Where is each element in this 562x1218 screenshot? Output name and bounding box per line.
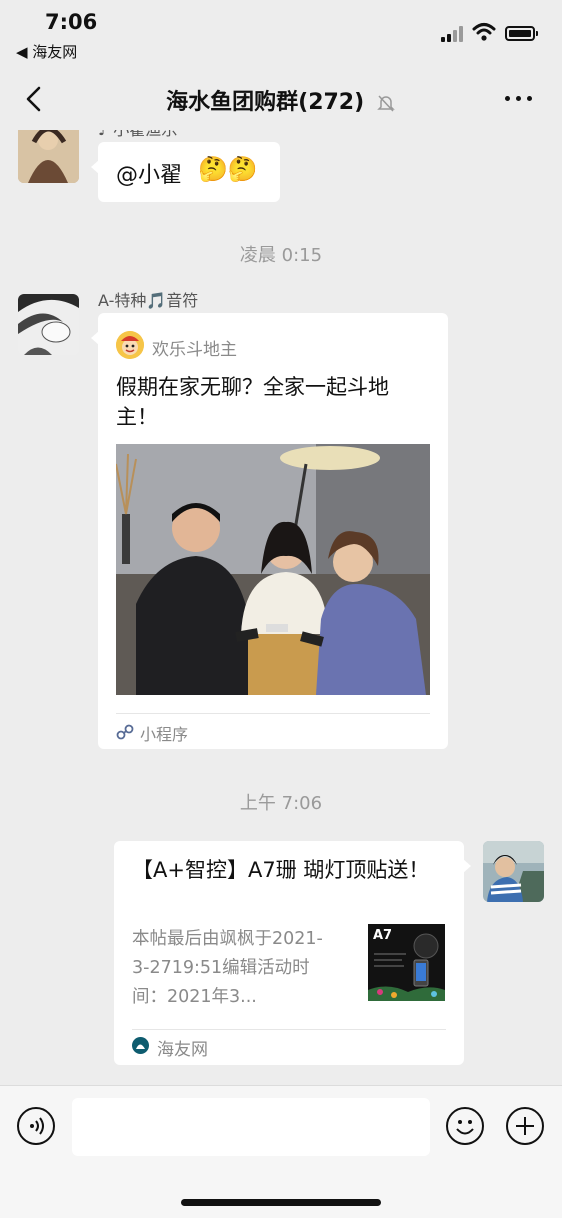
- status-bar: 7:06 ◀ 海友网: [0, 0, 562, 70]
- message-list[interactable]: ♪ 小翟渔乐 @小翟 🤔🤔 凌晨 0:15 A-特种🎵音符: [0, 130, 562, 1085]
- group-name: 海水鱼团购群(272): [166, 90, 365, 115]
- sender-name: ♪ 小翟渔乐: [98, 130, 177, 140]
- back-to-app-link[interactable]: ◀ 海友网: [16, 41, 77, 62]
- link-title: 【A+智控】A7珊 瑚灯顶贴送！: [132, 858, 430, 882]
- voice-input-button[interactable]: [17, 1107, 55, 1145]
- mini-program-icon: [116, 724, 134, 740]
- avatar[interactable]: [18, 294, 79, 355]
- thinking-emoji: 🤔🤔: [198, 155, 258, 183]
- message-text: @小翟: [116, 163, 183, 188]
- more-options-icon[interactable]: [505, 96, 535, 104]
- divider: [132, 1029, 446, 1030]
- home-indicator: [181, 1199, 381, 1206]
- link-description: 本帖最后由飒枫于2021-3-2719:51编辑活动时间：2021年3...: [132, 929, 323, 1007]
- mini-program-card[interactable]: 欢乐斗地主 假期在家无聊？全家一起斗地主！ 小程序: [91, 313, 448, 749]
- timestamp: 上午 7:06: [239, 793, 323, 814]
- smiley-icon: [456, 1120, 474, 1135]
- timestamp: 凌晨 0:15: [239, 245, 323, 266]
- link-card[interactable]: 【A+智控】A7珊 瑚灯顶贴送！ 本帖最后由飒枫于2021-3-2719:51编…: [114, 841, 471, 1065]
- avatar[interactable]: [18, 130, 79, 183]
- mini-program-label: 小程序: [140, 725, 189, 744]
- battery-icon: [505, 26, 538, 41]
- input-bar: [0, 1085, 562, 1218]
- mini-app-name: 欢乐斗地主: [152, 340, 237, 360]
- text-message-bubble[interactable]: @小翟 🤔🤔: [91, 142, 280, 202]
- clock: 7:06: [45, 10, 98, 34]
- mini-app-cover-image: [116, 444, 430, 695]
- chat-header: 海水鱼团购群(272): [0, 70, 562, 130]
- my-avatar[interactable]: [483, 841, 544, 902]
- mini-app-icon: [116, 331, 144, 359]
- page-title: 海水鱼团购群(272): [0, 84, 562, 116]
- mini-app-title: 假期在家无聊？全家一起斗地主！: [116, 375, 389, 429]
- source-name: 海友网: [157, 1040, 208, 1060]
- sender-name: A-特种🎵音符: [98, 291, 199, 310]
- voice-icon: [30, 1117, 44, 1135]
- signal-icon: [441, 26, 465, 42]
- source-icon: [132, 1037, 149, 1054]
- mute-bell-icon: [377, 95, 395, 112]
- wifi-icon: [472, 23, 496, 41]
- plus-icon: [516, 1117, 534, 1135]
- link-thumbnail: A7: [368, 924, 445, 1001]
- more-functions-button[interactable]: [506, 1107, 544, 1145]
- message-input[interactable]: [72, 1098, 430, 1156]
- divider: [116, 713, 430, 714]
- emoji-button[interactable]: [446, 1107, 484, 1145]
